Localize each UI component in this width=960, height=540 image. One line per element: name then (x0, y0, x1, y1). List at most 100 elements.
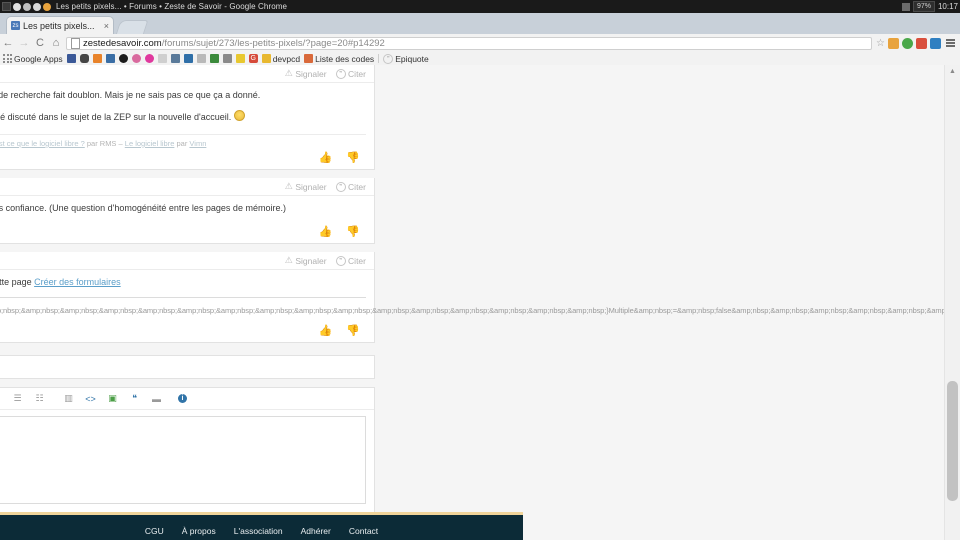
signature-tail: par (174, 138, 190, 148)
quote-button[interactable]: ❞ Citer (335, 255, 366, 266)
warning-icon: ⚠ (284, 255, 293, 266)
signature-author-link[interactable]: Vimn (189, 139, 206, 148)
os-tray-right: 97% 10:17 (901, 0, 958, 13)
footer-link-a-propos[interactable]: À propos (182, 526, 216, 536)
new-tab-button[interactable] (115, 20, 149, 35)
post-actions: ⚠ Signaler ❞ Citer (285, 255, 366, 266)
clock[interactable]: 10:17 (938, 2, 958, 11)
sound-icon[interactable] (170, 54, 180, 63)
tab-favicon: zs (11, 21, 20, 30)
bookmark-devpcd[interactable]: devpcd (261, 54, 300, 64)
github-icon[interactable] (118, 54, 128, 63)
tray-circle-icon-2[interactable] (23, 2, 31, 11)
signature-mid: par RMS – (84, 138, 125, 148)
bookmark-star-icon[interactable]: ☆ (876, 38, 885, 49)
link-icon[interactable]: ▬ (149, 391, 164, 406)
warning-icon: ⚠ (284, 181, 293, 192)
post-inline-link[interactable]: Créer des formulaires (34, 277, 121, 287)
footer-link-contact[interactable]: Contact (349, 526, 378, 536)
thumbs-up-icon[interactable]: 👍 (319, 227, 333, 238)
signature-link-1[interactable]: Qu'est ce que le logiciel libre ? (0, 139, 85, 148)
footer-link-association[interactable]: L'association (234, 526, 283, 536)
post-body: x-D souhaite la conserver. Je lui fais c… (0, 196, 374, 225)
code-icon[interactable]: <> (83, 391, 98, 406)
google-icon[interactable]: G (248, 54, 258, 63)
reload-button[interactable]: C (32, 35, 48, 51)
drop-icon[interactable] (131, 54, 141, 63)
warning-icon[interactable] (157, 54, 167, 63)
window-icon[interactable] (105, 54, 115, 63)
quote-button[interactable]: ❞ Citer (335, 181, 366, 192)
quote-icon[interactable]: ❝ (127, 391, 142, 406)
tray-indicator-icon[interactable] (901, 2, 910, 11)
back-button[interactable]: ← (0, 35, 16, 51)
forum-post: heures ⚠ Signaler ❞ Citer é en dev zone,… (0, 65, 375, 171)
blue-square-icon[interactable] (183, 54, 193, 63)
quote-icon: ❞ (383, 53, 394, 64)
chrome-menu-icon[interactable] (944, 39, 957, 47)
extension-icon-4[interactable] (930, 37, 941, 49)
mail-icon[interactable] (196, 54, 206, 63)
thumbs-up-icon[interactable]: 👍 (319, 153, 333, 164)
chrome-icon[interactable] (43, 2, 51, 11)
post-body: é en dev zone, du fait que la barre de r… (0, 83, 374, 134)
browser-tab-active[interactable]: zs Les petits pixels... × (6, 16, 114, 34)
extension-icon-1[interactable] (888, 37, 899, 49)
unordered-list-icon[interactable]: ☰ (10, 391, 25, 406)
thumbs-up-icon[interactable]: 👍 (319, 326, 333, 337)
post-votes: 👍 👎 (0, 151, 374, 169)
ordered-list-icon[interactable]: ☷ (32, 391, 47, 406)
home-button[interactable]: ⌂ (48, 35, 64, 51)
tab-title: Les petits pixels... (23, 20, 95, 31)
extension-icon-3[interactable] (916, 37, 927, 49)
tray-circle-icon-3[interactable] (33, 2, 41, 11)
thumbs-down-icon[interactable]: 👎 (346, 153, 360, 164)
scroll-up-arrow[interactable]: ▲ (945, 65, 960, 77)
report-button[interactable]: ⚠ Signaler (285, 181, 327, 192)
quote-label: Citer (348, 68, 366, 79)
thumbs-down-icon[interactable]: 👎 (346, 326, 360, 337)
vertical-scrollbar-thumb[interactable] (947, 381, 958, 501)
extension-icon-2[interactable] (902, 37, 913, 49)
footer-link-adherer[interactable]: Adhérer (301, 526, 331, 536)
quote-button[interactable]: ❞ Citer (335, 68, 366, 79)
bookmark-liste-des-codes[interactable]: Liste des codes (304, 54, 374, 64)
facebook-icon[interactable] (66, 54, 76, 63)
address-bar[interactable]: zestedesavoir.com/forums/sujet/273/les-p… (66, 36, 873, 50)
green-square-icon[interactable] (209, 54, 219, 63)
markdown-toolbar: B I x² x₂ ☰ ☷ ▥ <> ▣ (0, 388, 374, 410)
thumbs-down-icon[interactable]: 👎 (346, 227, 360, 238)
cloud-icon[interactable] (79, 54, 89, 63)
toolbar-right-actions: ☆ (876, 37, 960, 49)
close-icon[interactable]: × (104, 21, 109, 31)
vertical-scrollbar[interactable]: ▲ (944, 65, 960, 540)
circle-icon[interactable] (144, 54, 154, 63)
battery-indicator[interactable]: 97% (912, 1, 935, 12)
post-paragraph-text: cher, étant sur smartphone. Ça a été dis… (0, 111, 232, 122)
tray-circle-icon-1[interactable] (13, 2, 21, 11)
image-icon[interactable]: ▣ (105, 391, 120, 406)
footer-link-cgu[interactable]: CGU (145, 526, 164, 536)
report-button[interactable]: ⚠ Signaler (285, 68, 327, 79)
forward-button[interactable]: → (16, 35, 32, 51)
quote-label: Citer (348, 255, 366, 266)
info-icon[interactable]: i (178, 394, 187, 403)
photo-icon[interactable] (92, 54, 102, 63)
yellow-square-icon[interactable] (235, 54, 245, 63)
post-header: heures ⚠ Signaler ❞ Citer (0, 65, 374, 83)
bookmark-label: Epiquote (395, 53, 429, 64)
markdown-textarea[interactable] (0, 416, 366, 504)
textarea-wrapper (0, 410, 374, 507)
url-domain: zestedesavoir.com (83, 37, 162, 49)
table-icon[interactable]: ▥ (61, 391, 76, 406)
report-button[interactable]: ⚠ Signaler (285, 255, 327, 266)
signature-link-2[interactable]: Le logiciel libre (125, 139, 175, 148)
forum-post: eures ⚠ Signaler ❞ Citer x-D souhaite la… (0, 178, 375, 245)
post-actions: ⚠ Signaler ❞ Citer (285, 181, 366, 192)
bookmark-google-apps[interactable]: Google Apps (3, 54, 63, 64)
post-body: n page sur le tuto symfony 2 sur cette p… (0, 270, 374, 304)
bookmark-epiquote[interactable]: ❞ Epiquote (383, 53, 429, 64)
content-divider (0, 297, 366, 298)
flag-icon[interactable] (222, 54, 232, 63)
page-info-icon[interactable] (71, 37, 80, 49)
